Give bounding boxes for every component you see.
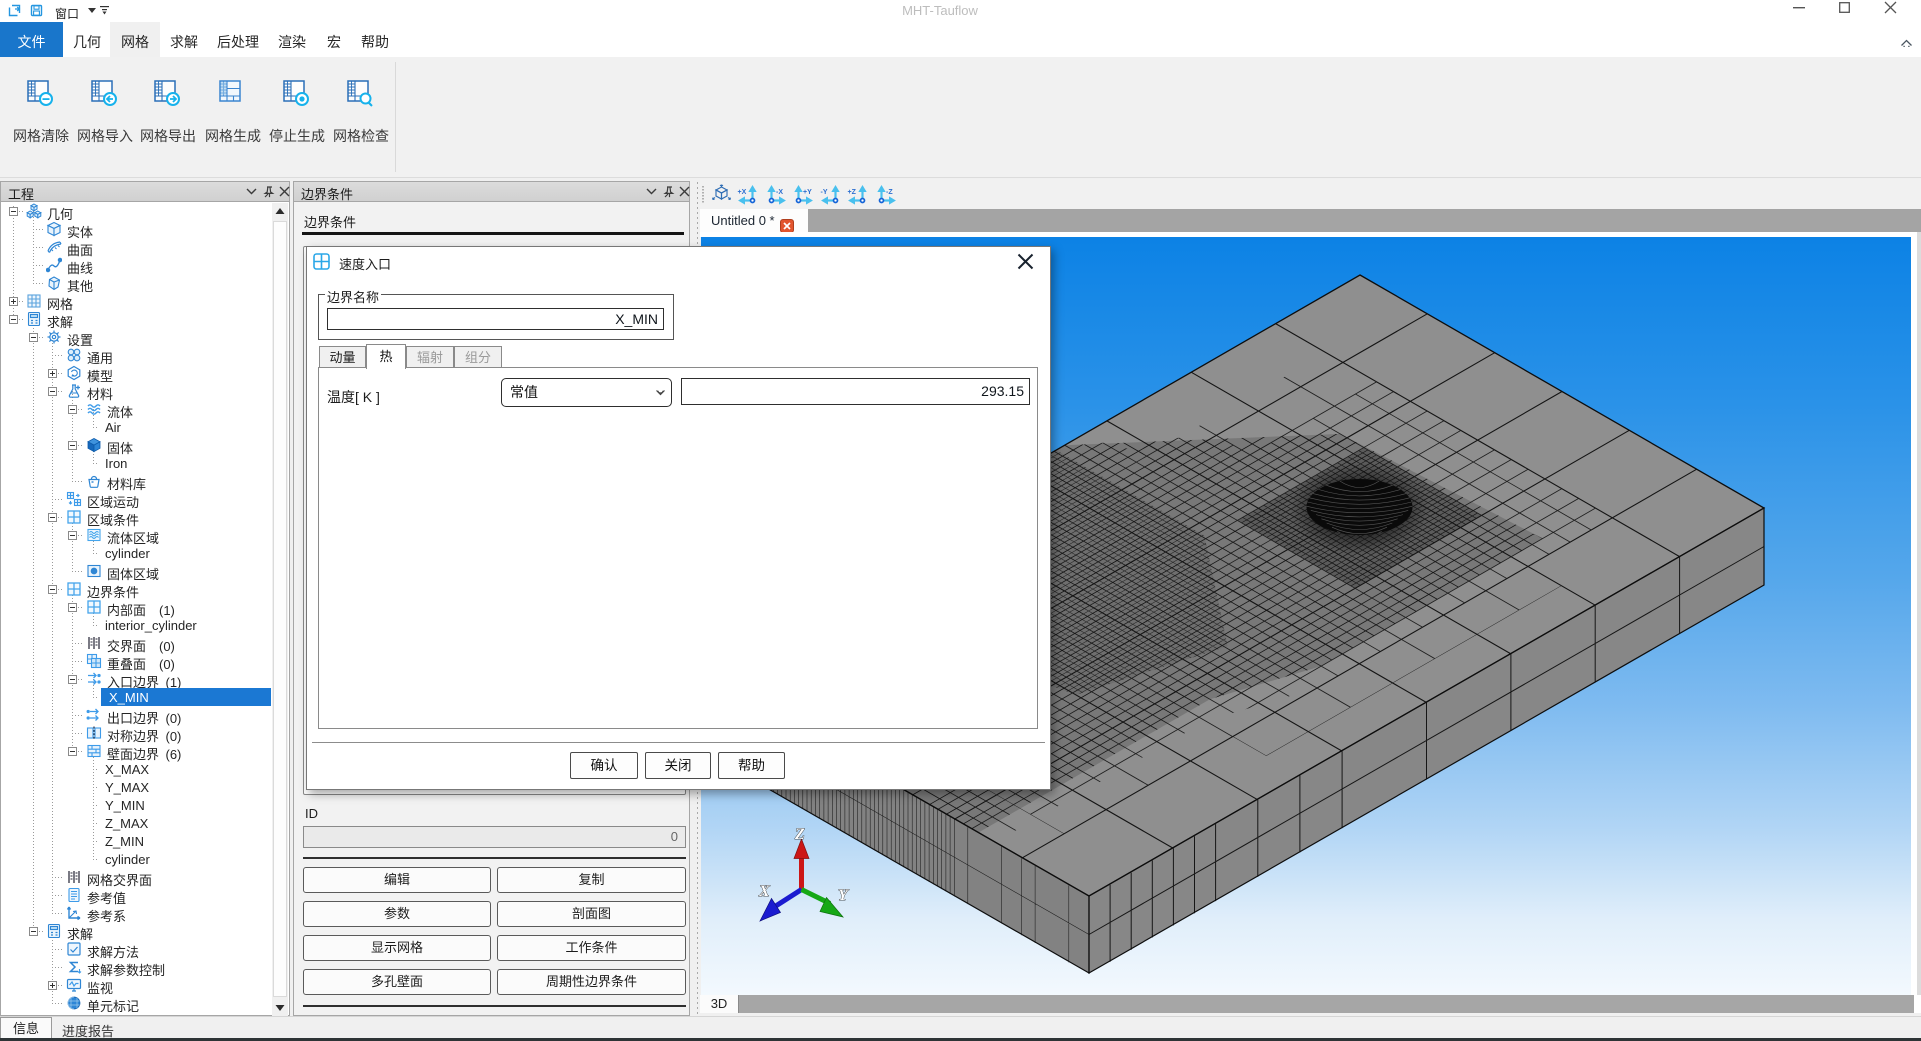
svg-text:-Z: -Z <box>886 189 893 196</box>
svg-text:X: X <box>758 883 770 900</box>
svg-text:Y: Y <box>838 887 849 904</box>
svg-text:-Y: -Y <box>820 189 827 196</box>
svg-text:+Y: +Y <box>803 189 812 196</box>
svg-text:+Z: +Z <box>848 189 857 196</box>
svg-text:Z: Z <box>794 826 805 843</box>
svg-text:+X: +X <box>738 189 747 196</box>
svg-text:-X: -X <box>776 189 783 196</box>
